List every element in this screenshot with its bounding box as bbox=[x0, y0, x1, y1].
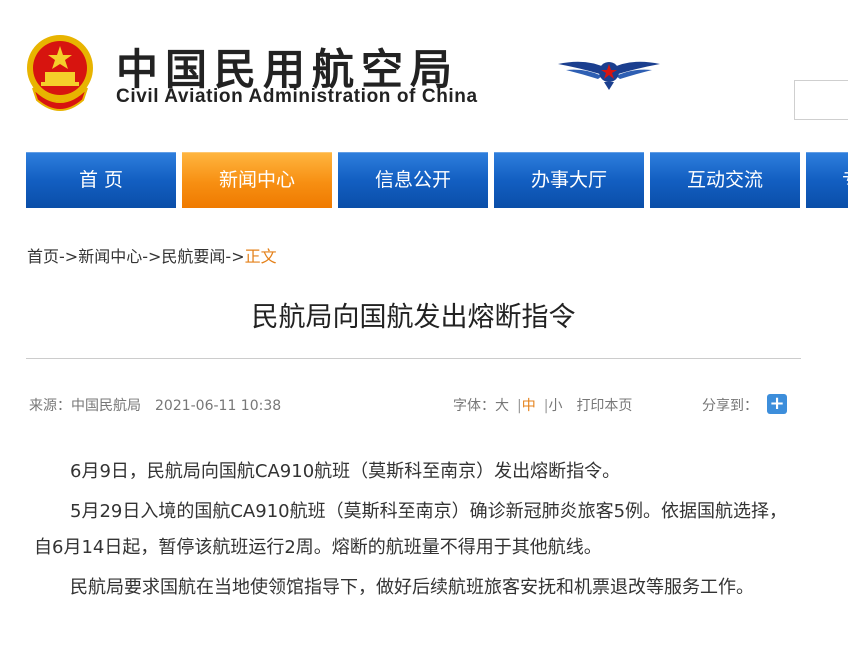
site-header: 中国民用航空局 Civil Aviation Administration of… bbox=[0, 0, 848, 140]
font-size-large[interactable]: 字体：大 bbox=[453, 398, 509, 414]
breadcrumb: 首页->新闻中心->民航要闻->正文 bbox=[27, 243, 277, 267]
font-size-small[interactable]: 小 bbox=[548, 398, 562, 414]
national-emblem-icon[interactable] bbox=[25, 30, 95, 114]
breadcrumb-separator: -> bbox=[225, 247, 245, 266]
article-source: 来源：中国民航局 bbox=[29, 398, 141, 414]
print-page-link[interactable]: 打印本页 bbox=[576, 398, 632, 414]
article-tools: 字体：大 |中 |小 打印本页 bbox=[453, 398, 633, 414]
font-size-medium[interactable]: 中 bbox=[522, 398, 536, 414]
nav-item-interaction[interactable]: 互动交流 bbox=[650, 152, 800, 208]
main-nav: 首 页 新闻中心 信息公开 办事大厅 互动交流 专 bbox=[0, 152, 848, 208]
share-label: 分享到： bbox=[702, 398, 758, 414]
share-plus-icon[interactable]: + bbox=[767, 394, 787, 414]
breadcrumb-separator: -> bbox=[59, 247, 79, 266]
article-title: 民航局向国航发出熔断指令 bbox=[251, 302, 576, 333]
breadcrumb-current: 正文 bbox=[244, 247, 277, 266]
nav-item-home[interactable]: 首 页 bbox=[26, 152, 176, 208]
nav-item-news-center[interactable]: 新闻中心 bbox=[182, 152, 332, 208]
nav-item-service-hall[interactable]: 办事大厅 bbox=[494, 152, 644, 208]
search-input[interactable] bbox=[794, 80, 848, 120]
article-body: 6月9日，民航局向国航CA910航班（莫斯科至南京）发出熔断指令。 5月29日入… bbox=[34, 454, 804, 610]
breadcrumb-news-center[interactable]: 新闻中心 bbox=[78, 247, 142, 266]
article-date: 2021-06-11 10:38 bbox=[155, 398, 282, 414]
breadcrumb-home[interactable]: 首页 bbox=[27, 247, 59, 266]
breadcrumb-separator: -> bbox=[142, 247, 162, 266]
breadcrumb-aviation-news[interactable]: 民航要闻 bbox=[161, 247, 225, 266]
article-paragraph: 6月9日，民航局向国航CA910航班（莫斯科至南京）发出熔断指令。 bbox=[70, 461, 621, 482]
nav-item-info-disclosure[interactable]: 信息公开 bbox=[338, 152, 488, 208]
site-title-en[interactable]: Civil Aviation Administration of China bbox=[116, 86, 478, 108]
article-paragraph: 5月29日入境的国航CA910航班（莫斯科至南京）确诊新冠肺炎旅客5例。依据国航… bbox=[34, 501, 788, 558]
title-divider bbox=[26, 358, 801, 359]
nav-item-special[interactable]: 专 bbox=[806, 152, 848, 208]
caac-wings-logo-icon bbox=[558, 61, 660, 90]
article-paragraph: 民航局要求国航在当地使领馆指导下，做好后续航班旅客安抚和机票退改等服务工作。 bbox=[70, 577, 754, 598]
article-meta: 来源：中国民航局 2021-06-11 10:38 bbox=[29, 395, 281, 415]
